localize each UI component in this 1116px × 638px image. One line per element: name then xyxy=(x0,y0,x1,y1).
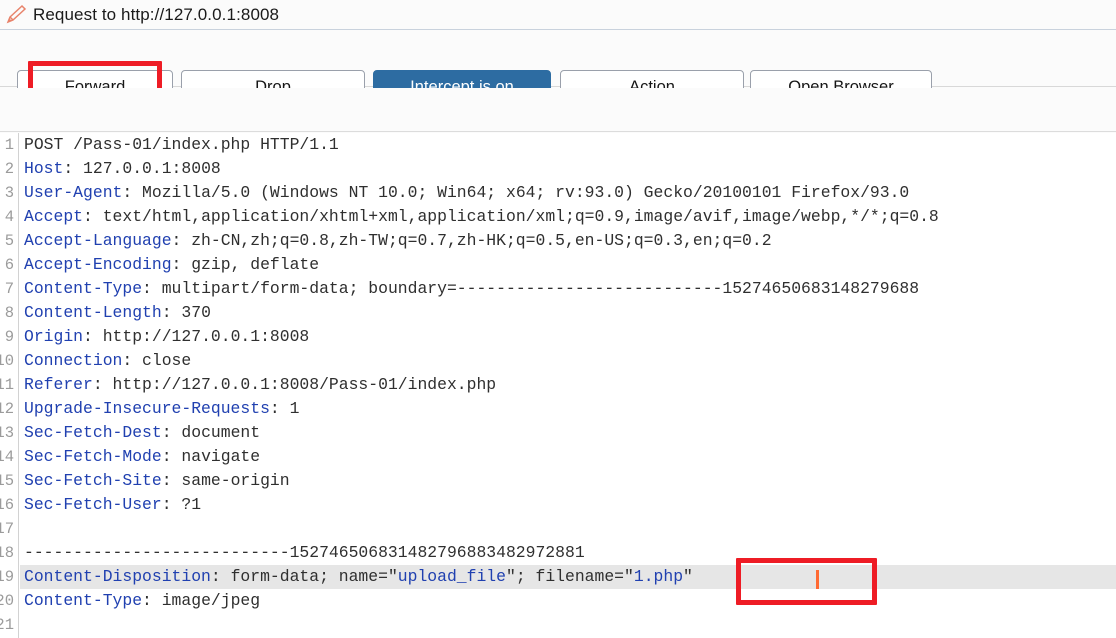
code-line[interactable]: Host: 127.0.0.1:8008 xyxy=(20,157,1116,181)
code-line[interactable]: Content-Length: 370 xyxy=(20,301,1116,325)
line-number: 18 xyxy=(0,544,14,562)
code-line[interactable]: User-Agent: Mozilla/5.0 (Windows NT 10.0… xyxy=(20,181,1116,205)
request-code-area[interactable]: POST /Pass-01/index.php HTTP/1.1 Host: 12… xyxy=(20,133,1116,638)
code-line[interactable]: ---------------------------1527465068314… xyxy=(20,541,1116,565)
line-number: 8 xyxy=(4,304,14,322)
line-number: 2 xyxy=(4,160,14,178)
line-number: 13 xyxy=(0,424,14,442)
line-number: 14 xyxy=(0,448,14,466)
line-number: 6 xyxy=(4,256,14,274)
code-line[interactable]: Accept-Language: zh-CN,zh;q=0.8,zh-TW;q=… xyxy=(20,229,1116,253)
burp-intercept-window: Request to http://127.0.0.1:8008 Forward… xyxy=(0,0,1116,638)
line-number: 16 xyxy=(0,496,14,514)
line-number: 9 xyxy=(4,328,14,346)
code-line[interactable]: POST /Pass-01/index.php HTTP/1.1 xyxy=(20,133,1116,157)
code-line[interactable]: Connection: close xyxy=(20,349,1116,373)
line-number: 11 xyxy=(0,376,14,394)
code-line[interactable]: Sec-Fetch-User: ?1 xyxy=(20,493,1116,517)
line-number: 7 xyxy=(4,280,14,298)
line-number-gutter: 1 2 3 4 5 6 7 8 9 10 11 12 13 14 15 16 17 18 19 20 21 xyxy=(0,133,19,638)
line-number: 5 xyxy=(4,232,14,250)
line-number: 3 xyxy=(4,184,14,202)
code-line[interactable]: Content-Disposition: form-data; name="up… xyxy=(20,565,1116,589)
pencil-icon xyxy=(6,4,27,23)
code-line[interactable] xyxy=(20,613,1116,637)
line-number: 12 xyxy=(0,400,14,418)
line-number: 20 xyxy=(0,592,14,610)
code-line[interactable]: Origin: http://127.0.0.1:8008 xyxy=(20,325,1116,349)
code-line[interactable]: Content-Type: multipart/form-data; bound… xyxy=(20,277,1116,301)
code-line[interactable]: Sec-Fetch-Mode: navigate xyxy=(20,445,1116,469)
line-number: 10 xyxy=(0,352,14,370)
page-title: Request to http://127.0.0.1:8008 xyxy=(33,4,280,24)
code-line[interactable]: Accept-Encoding: gzip, deflate xyxy=(20,253,1116,277)
line-number: 1 xyxy=(4,136,14,154)
raw-request-editor[interactable]: 1 2 3 4 5 6 7 8 9 10 11 12 13 14 15 16 17 18 19 20 21 POST /… xyxy=(0,133,1116,638)
line-number: 17 xyxy=(0,520,14,538)
window-titlebar: Request to http://127.0.0.1:8008 xyxy=(0,0,1116,30)
message-view-tabbar: Pretty Raw \n Actions xyxy=(0,88,1116,211)
intercept-action-bar: Forward Drop Intercept is on Action Open… xyxy=(0,30,1116,111)
code-line[interactable] xyxy=(20,517,1116,541)
code-line[interactable]: Content-Type: image/jpeg xyxy=(20,589,1116,613)
code-line[interactable]: Upgrade-Insecure-Requests: 1 xyxy=(20,397,1116,421)
text-cursor-caret xyxy=(816,570,819,589)
line-number: 15 xyxy=(0,472,14,490)
code-line[interactable]: Sec-Fetch-Site: same-origin xyxy=(20,469,1116,493)
code-line[interactable]: Sec-Fetch-Dest: document xyxy=(20,421,1116,445)
code-line[interactable]: Accept: text/html,application/xhtml+xml,… xyxy=(20,205,1116,229)
code-line[interactable]: Referer: http://127.0.0.1:8008/Pass-01/i… xyxy=(20,373,1116,397)
line-number: 21 xyxy=(0,616,14,634)
line-number: 4 xyxy=(4,208,14,226)
line-number: 19 xyxy=(0,568,14,586)
